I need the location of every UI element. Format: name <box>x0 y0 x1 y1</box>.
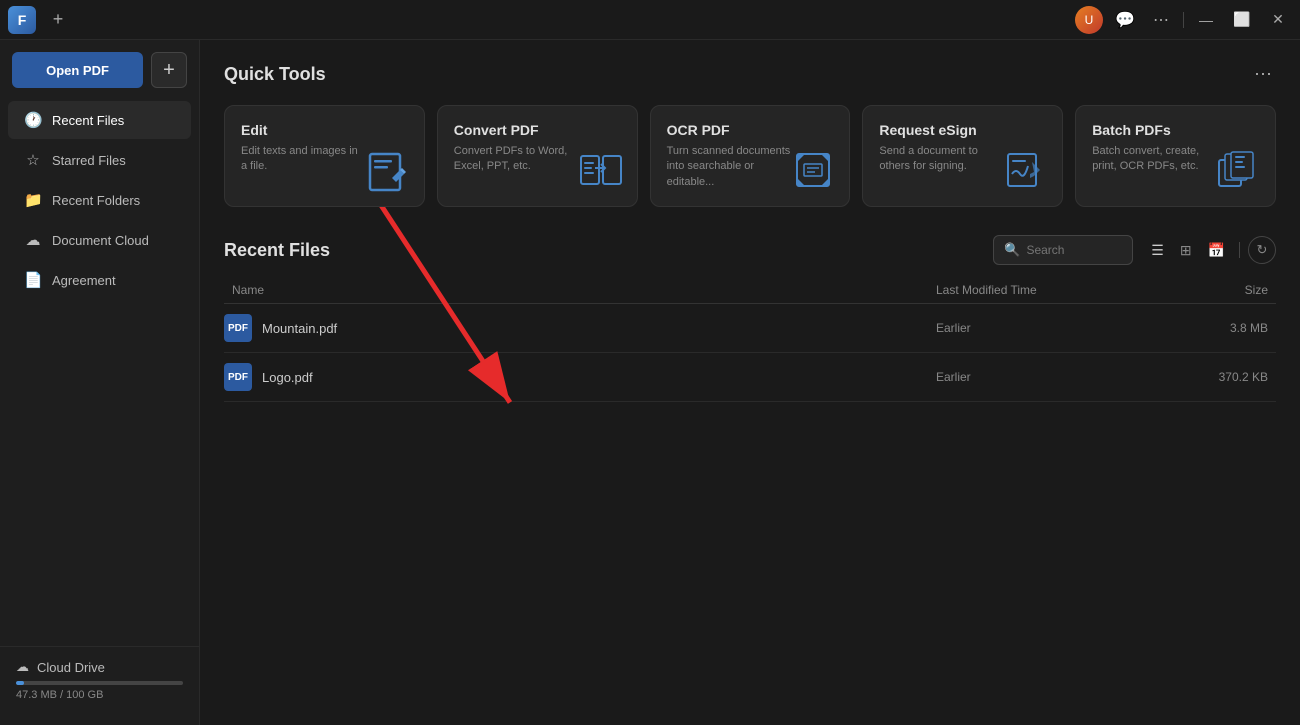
sidebar-item-label: Recent Folders <box>52 193 140 208</box>
tool-card-title: Batch PDFs <box>1092 122 1259 138</box>
view-controls: ☰ ⊞ 📅 ↻ <box>1145 236 1276 264</box>
tool-card-edit[interactable]: Edit Edit texts and images in a file. <box>224 105 425 207</box>
files-table: Name Last Modified Time Size PDF Mountai… <box>224 277 1276 402</box>
cloud-drive-label: ☁ Cloud Drive <box>16 659 183 675</box>
edit-icon <box>364 146 412 194</box>
column-name: Name <box>224 283 936 297</box>
search-input[interactable] <box>1026 243 1122 257</box>
sidebar-top: Open PDF + <box>0 52 199 100</box>
tool-card-desc: Turn scanned documents into searchable o… <box>667 144 792 190</box>
minimize-button[interactable]: — <box>1192 6 1220 34</box>
add-tab-button[interactable]: + <box>44 6 72 34</box>
quick-tools-more-button[interactable]: ⋯ <box>1250 60 1276 89</box>
chat-button[interactable]: 💬 <box>1111 6 1139 34</box>
quick-tools-title: Quick Tools <box>224 64 326 85</box>
cloud-drive-text: Cloud Drive <box>37 660 105 675</box>
title-bar-right: U 💬 ⋯ — ⬜ ✕ <box>1075 6 1292 34</box>
sidebar-item-label: Recent Files <box>52 113 124 128</box>
tool-card-title: OCR PDF <box>667 122 834 138</box>
tool-card-desc: Send a document to others for signing. <box>879 144 1004 175</box>
ocr-icon <box>789 146 837 194</box>
sidebar-item-label: Agreement <box>52 273 116 288</box>
file-name: Mountain.pdf <box>262 321 936 336</box>
tool-card-convert-pdf[interactable]: Convert PDF Convert PDFs to Word, Excel,… <box>437 105 638 207</box>
tool-card-title: Edit <box>241 122 408 138</box>
quick-tools-grid: Edit Edit texts and images in a file. Co… <box>224 105 1276 207</box>
folder-icon: 📁 <box>24 191 42 209</box>
cloud-drive-icon: ☁ <box>16 659 29 675</box>
tool-card-desc: Batch convert, create, print, OCR PDFs, … <box>1092 144 1217 175</box>
avatar: U <box>1075 6 1103 34</box>
sidebar-bottom: ☁ Cloud Drive 47.3 MB / 100 GB <box>0 646 199 713</box>
sidebar-item-agreement[interactable]: 📄 Agreement <box>8 261 191 299</box>
cloud-icon: ☁ <box>24 231 42 249</box>
app-icon: F <box>8 6 36 34</box>
table-row[interactable]: PDF Logo.pdf Earlier 370.2 KB <box>224 353 1276 402</box>
add-button[interactable]: + <box>151 52 187 88</box>
star-icon: ☆ <box>24 151 42 169</box>
sidebar-item-label: Document Cloud <box>52 233 149 248</box>
tool-card-ocr-pdf[interactable]: OCR PDF Turn scanned documents into sear… <box>650 105 851 207</box>
view-divider <box>1239 242 1240 258</box>
recent-files-controls: 🔍 ☰ ⊞ 📅 ↻ <box>993 235 1276 265</box>
file-icon-label: PDF <box>228 372 248 383</box>
sidebar-item-recent-files[interactable]: 🕐 Recent Files <box>8 101 191 139</box>
esign-icon <box>1002 146 1050 194</box>
divider <box>1183 12 1184 28</box>
tool-card-desc: Edit texts and images in a file. <box>241 144 366 175</box>
quick-tools-header: Quick Tools ⋯ <box>224 60 1276 89</box>
files-table-header: Name Last Modified Time Size <box>224 277 1276 304</box>
tool-card-title: Convert PDF <box>454 122 621 138</box>
close-button[interactable]: ✕ <box>1264 6 1292 34</box>
column-size: Size <box>1156 283 1276 297</box>
clock-icon: 🕐 <box>24 111 42 129</box>
sidebar-item-label: Starred Files <box>52 153 126 168</box>
batch-icon <box>1215 146 1263 194</box>
file-icon-label: PDF <box>228 323 248 334</box>
sidebar-item-starred-files[interactable]: ☆ Starred Files <box>8 141 191 179</box>
pdf-file-icon: PDF <box>224 363 252 391</box>
sidebar: Open PDF + 🕐 Recent Files ☆ Starred File… <box>0 40 200 725</box>
list-view-button[interactable]: ☰ <box>1145 238 1170 263</box>
table-row[interactable]: PDF Mountain.pdf Earlier 3.8 MB <box>224 304 1276 353</box>
title-bar-left: F + <box>8 6 72 34</box>
sidebar-item-recent-folders[interactable]: 📁 Recent Folders <box>8 181 191 219</box>
sidebar-spacer <box>0 300 199 646</box>
content-area: Quick Tools ⋯ Edit Edit texts and images… <box>200 40 1300 725</box>
storage-text: 47.3 MB / 100 GB <box>16 689 183 701</box>
tool-card-title: Request eSign <box>879 122 1046 138</box>
file-size: 370.2 KB <box>1156 370 1276 384</box>
document-icon: 📄 <box>24 271 42 289</box>
tool-card-desc: Convert PDFs to Word, Excel, PPT, etc. <box>454 144 579 175</box>
grid-view-button[interactable]: ⊞ <box>1174 238 1198 263</box>
tool-card-request-esign[interactable]: Request eSign Send a document to others … <box>862 105 1063 207</box>
file-modified: Earlier <box>936 321 1156 335</box>
column-modified: Last Modified Time <box>936 283 1156 297</box>
refresh-button[interactable]: ↻ <box>1248 236 1276 264</box>
title-bar: F + U 💬 ⋯ — ⬜ ✕ <box>0 0 1300 40</box>
file-name: Logo.pdf <box>262 370 936 385</box>
calendar-view-button[interactable]: 📅 <box>1202 238 1231 263</box>
open-pdf-button[interactable]: Open PDF <box>12 52 143 88</box>
file-size: 3.8 MB <box>1156 321 1276 335</box>
pdf-file-icon: PDF <box>224 314 252 342</box>
more-options-button[interactable]: ⋯ <box>1147 6 1175 34</box>
convert-icon <box>577 146 625 194</box>
sidebar-item-document-cloud[interactable]: ☁ Document Cloud <box>8 221 191 259</box>
recent-files-header: Recent Files 🔍 ☰ ⊞ 📅 ↻ <box>224 235 1276 265</box>
storage-bar-fill <box>16 681 24 685</box>
tool-card-batch-pdfs[interactable]: Batch PDFs Batch convert, create, print,… <box>1075 105 1276 207</box>
maximize-button[interactable]: ⬜ <box>1228 6 1256 34</box>
file-modified: Earlier <box>936 370 1156 384</box>
storage-bar <box>16 681 183 685</box>
search-icon: 🔍 <box>1004 242 1020 258</box>
search-box[interactable]: 🔍 <box>993 235 1133 265</box>
main-area: Open PDF + 🕐 Recent Files ☆ Starred File… <box>0 40 1300 725</box>
recent-files-title: Recent Files <box>224 240 330 261</box>
